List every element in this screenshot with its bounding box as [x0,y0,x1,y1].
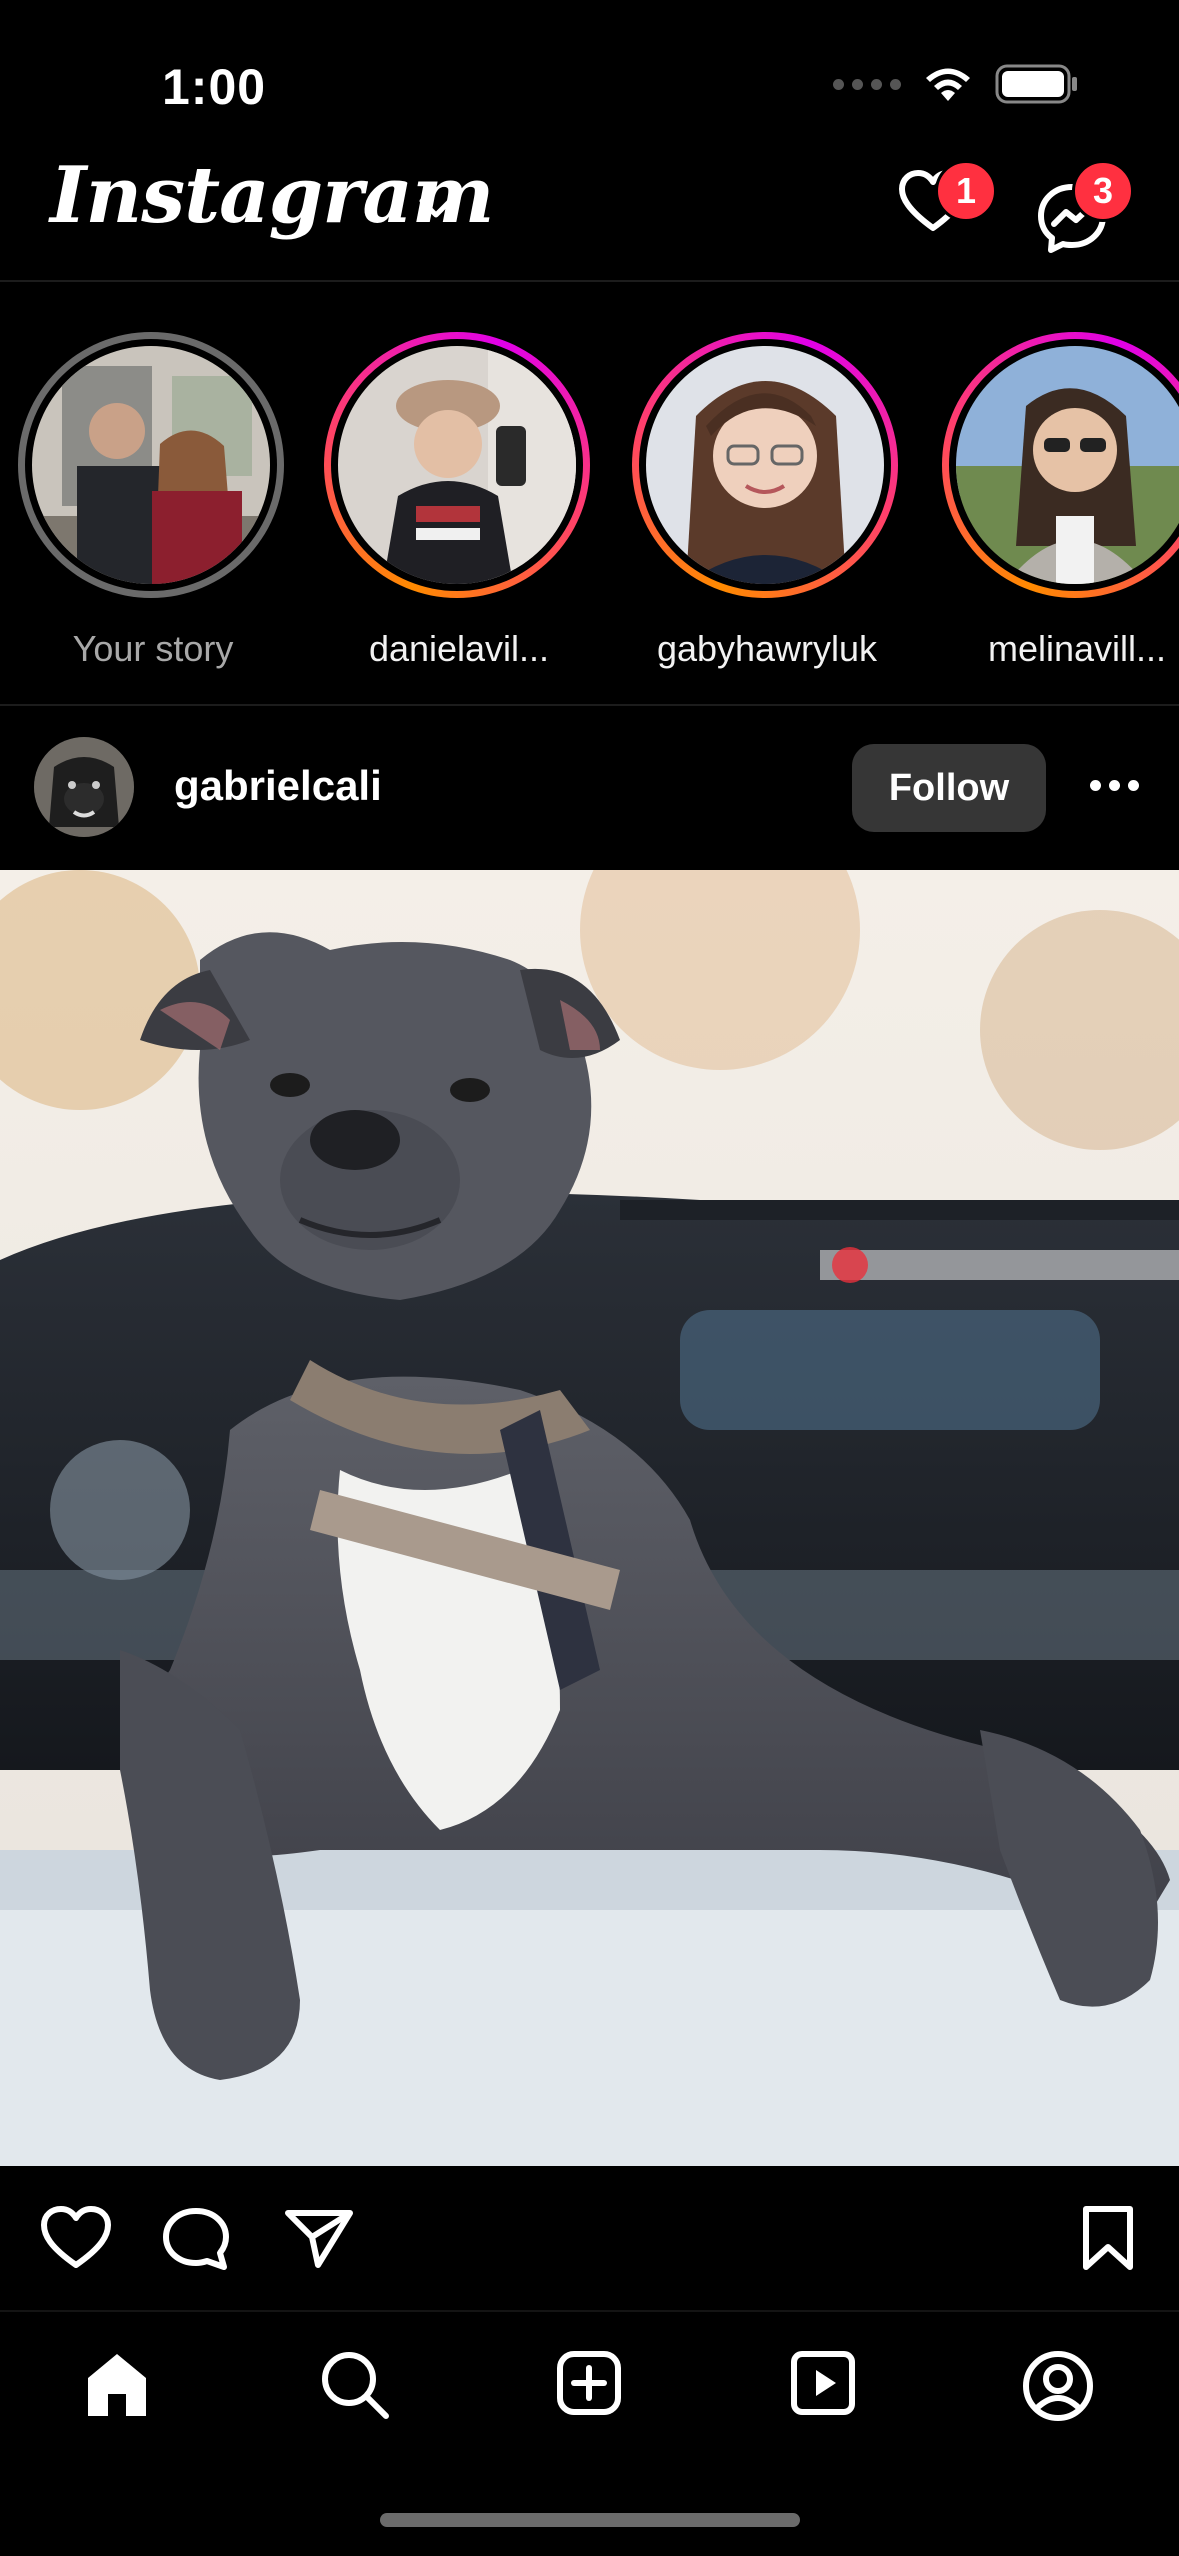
story-label: danielavil... [368,628,550,669]
story-avatar [646,346,884,584]
story-avatar [338,346,576,584]
status-time: 1:00 [162,59,267,115]
story-melinavill[interactable]: melinavill... [942,332,1179,672]
post-author-avatar[interactable] [34,737,134,837]
profile-icon [1023,2351,1093,2421]
share-icon [285,2210,353,2268]
heart-icon [41,2206,111,2268]
status-indicators [833,64,1079,104]
nav-profile[interactable] [1022,2350,1094,2427]
home-indicator[interactable] [380,2513,800,2527]
comment-icon [163,2208,229,2270]
more-options-icon[interactable] [1090,780,1139,791]
post-username[interactable]: gabrielcali [174,762,382,810]
nav-reels[interactable] [790,2350,856,2421]
search-icon [322,2352,389,2419]
follow-button[interactable]: Follow [852,744,1046,832]
story-label: melinavill... [987,628,1167,669]
notifications-badge: 1 [935,160,997,222]
like-button[interactable] [40,2205,112,2276]
bookmark-icon [1083,2206,1133,2270]
nav-create[interactable] [556,2350,622,2421]
comment-button[interactable] [160,2205,232,2278]
nav-search[interactable] [320,2350,390,2425]
story-avatar [32,346,270,584]
instagram-feed-screen: 1:00 Instagram 1 3 Your story danielavil… [0,0,1179,2556]
chevron-down-icon[interactable] [418,196,454,220]
bottom-nav-divider [0,2310,1179,2312]
cellular-signal-icon [833,78,901,90]
story-danielavil[interactable]: danielavil... [324,332,594,672]
nav-home[interactable] [84,2350,150,2425]
story-label: Your story [72,628,234,669]
story-avatar [956,346,1179,584]
battery-icon [995,64,1077,104]
story-gabyhawryluk[interactable]: gabyhawryluk [632,332,902,672]
home-icon [88,2354,146,2416]
messages-badge: 3 [1072,160,1134,222]
share-button[interactable] [282,2205,356,2276]
story-your-story[interactable]: Your story [18,332,288,672]
wifi-icon [926,68,970,101]
stories-divider [0,704,1179,706]
reels-icon [791,2351,855,2415]
save-button[interactable] [1080,2205,1136,2276]
post-photo[interactable] [0,870,1179,2166]
story-label: gabyhawryluk [656,628,878,669]
header-divider [0,280,1179,282]
create-icon [557,2351,621,2415]
